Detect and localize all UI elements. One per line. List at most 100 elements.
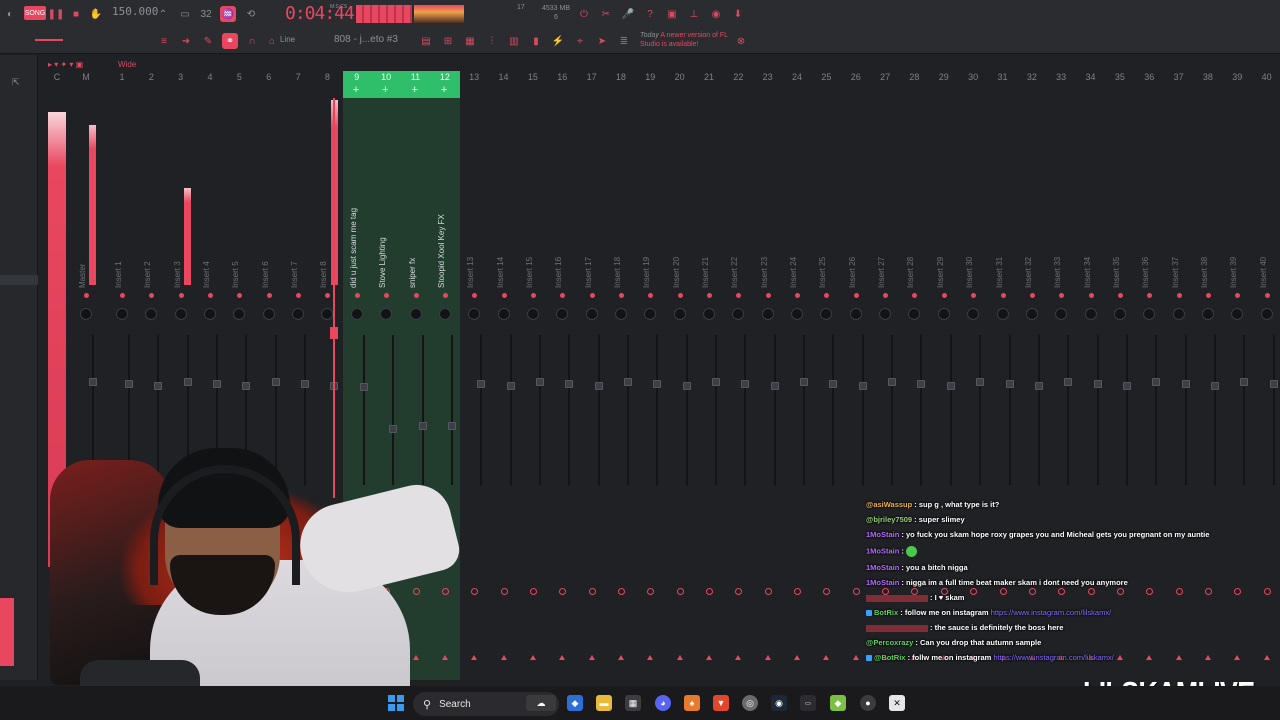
track-number[interactable]: 28 (902, 72, 926, 82)
insert-label[interactable]: Insert 35 (1112, 200, 1124, 288)
insert-label[interactable]: Insert 21 (701, 200, 713, 288)
steam-icon[interactable]: ◉ (771, 695, 787, 711)
send-indicator[interactable] (178, 293, 184, 298)
insert-label[interactable]: Insert 38 (1200, 200, 1212, 288)
channel-rack-icon[interactable]: ⊞ (440, 33, 456, 49)
pan-knob[interactable] (116, 308, 128, 320)
insert-label[interactable]: Insert 29 (936, 200, 948, 288)
pan-knob[interactable] (204, 308, 217, 320)
insert-label[interactable]: Insert 25 (818, 200, 830, 288)
route-arrow[interactable] (559, 655, 566, 660)
pan-knob[interactable] (849, 308, 862, 320)
pan-knob[interactable] (1172, 308, 1185, 320)
route-arrow[interactable] (764, 655, 771, 660)
remote-icon[interactable]: ⌖ (572, 33, 588, 49)
pan-knob[interactable] (1025, 308, 1038, 320)
route-arrow[interactable] (794, 655, 801, 660)
insert-label[interactable]: Insert 28 (906, 200, 918, 288)
track-number[interactable]: 21 (697, 72, 721, 82)
insert-label[interactable]: Insert 13 (466, 200, 478, 288)
volume-fader[interactable] (506, 382, 515, 390)
pan-knob[interactable] (292, 308, 305, 320)
volume-fader[interactable] (1064, 378, 1073, 386)
track-number[interactable]: 34 (1079, 72, 1103, 82)
pattern-selector[interactable]: 808 - j...eto #3 (334, 34, 400, 48)
route-plus-icon[interactable]: + (382, 84, 388, 96)
insert-label[interactable]: Insert 36 (1141, 200, 1153, 288)
pan-knob[interactable] (614, 308, 627, 320)
chat-link[interactable]: https://www.instagram.com/lilskamx/ (993, 653, 1113, 662)
track-number[interactable]: 24 (785, 72, 809, 82)
mixer-width-mode[interactable]: Wide (118, 60, 136, 69)
track-number[interactable]: 26 (844, 72, 868, 82)
obs-icon[interactable]: ◎ (742, 695, 758, 711)
pan-knob[interactable] (1113, 308, 1126, 320)
send-indicator[interactable] (941, 293, 947, 298)
loop-record-icon[interactable]: ⟲ (243, 6, 259, 22)
insert-label[interactable]: Insert 30 (965, 200, 977, 288)
mixer-icon[interactable]: ⫶ (484, 33, 500, 49)
playhead-marker[interactable] (330, 327, 338, 339)
insert-label[interactable]: sniper fx (408, 190, 420, 288)
download-icon[interactable]: ⬇ (730, 6, 746, 22)
volume-fader[interactable] (418, 422, 427, 430)
track-number[interactable]: 18 (609, 72, 633, 82)
pan-knob[interactable] (409, 308, 422, 320)
pan-knob[interactable] (1260, 308, 1273, 320)
send-indicator[interactable] (84, 293, 89, 298)
fx-enable-toggle[interactable] (706, 588, 713, 595)
track-number[interactable]: 11 (404, 72, 428, 82)
snap-mode[interactable]: Line (280, 35, 295, 44)
track-number[interactable]: 38 (1196, 72, 1220, 82)
track-number[interactable]: 17 (580, 72, 604, 82)
insert-label[interactable]: Insert 24 (789, 200, 801, 288)
news-icon[interactable]: ≣ (616, 33, 632, 49)
track-number[interactable]: 7 (286, 72, 310, 82)
pan-knob[interactable] (497, 308, 510, 320)
send-indicator[interactable] (1088, 293, 1094, 298)
insert-label[interactable]: Insert 19 (642, 200, 654, 288)
plugin-db-icon[interactable]: ⚡ (550, 33, 566, 49)
insert-label[interactable]: Insert 31 (995, 200, 1007, 288)
track-number[interactable]: 22 (726, 72, 750, 82)
pan-knob[interactable] (585, 308, 598, 320)
track-number[interactable]: 3 (169, 72, 193, 82)
volume-fader[interactable] (594, 382, 603, 390)
pan-knob[interactable] (438, 308, 451, 320)
insert-label[interactable]: Insert 39 (1229, 200, 1241, 288)
insert-label[interactable]: Insert 7 (290, 200, 302, 288)
fx-enable-toggle[interactable] (676, 588, 684, 595)
send-indicator[interactable] (413, 293, 419, 298)
arrow-icon[interactable]: ➜ (178, 33, 194, 49)
mixer-scroll-handle[interactable] (0, 275, 38, 285)
volume-fader[interactable] (800, 378, 809, 386)
mixer-tools-icons[interactable]: ▸ ▾ ✦ ▾ ▣ (48, 60, 83, 69)
volume-fader[interactable] (271, 378, 280, 386)
help-icon[interactable]: ? (642, 6, 658, 22)
save-icon[interactable]: ▣ (664, 6, 680, 22)
track-number[interactable]: 5 (227, 72, 251, 82)
fx-enable-toggle[interactable] (764, 588, 772, 595)
volume-fader[interactable] (976, 378, 985, 386)
widgets-icon[interactable]: ☁ (526, 695, 556, 711)
send-indicator[interactable] (442, 293, 448, 298)
volume-fader[interactable] (1210, 382, 1219, 390)
link-icon[interactable]: ⚭ (222, 33, 238, 49)
pause-icon[interactable]: ❚❚ (48, 6, 65, 22)
volume-fader[interactable] (1269, 380, 1278, 388)
send-indicator[interactable] (530, 293, 536, 298)
volume-fader[interactable] (359, 383, 368, 391)
volume-fader[interactable] (829, 380, 838, 388)
send-indicator[interactable] (1000, 293, 1006, 298)
insert-label[interactable]: Stoopid Xool Key FX (437, 190, 449, 288)
track-number[interactable]: 4 (198, 72, 222, 82)
app-icon[interactable]: ▭ (800, 695, 816, 711)
insert-label[interactable]: Insert 1 (114, 200, 126, 288)
pan-knob[interactable] (761, 308, 774, 320)
send-indicator[interactable] (853, 293, 859, 298)
copilot-icon[interactable]: ◆ (567, 695, 583, 711)
send-indicator[interactable] (765, 293, 771, 298)
track-number[interactable]: 16 (550, 72, 574, 82)
track-number[interactable]: 40 (1255, 72, 1279, 82)
tempo-display[interactable]: 150.000 (112, 5, 158, 21)
